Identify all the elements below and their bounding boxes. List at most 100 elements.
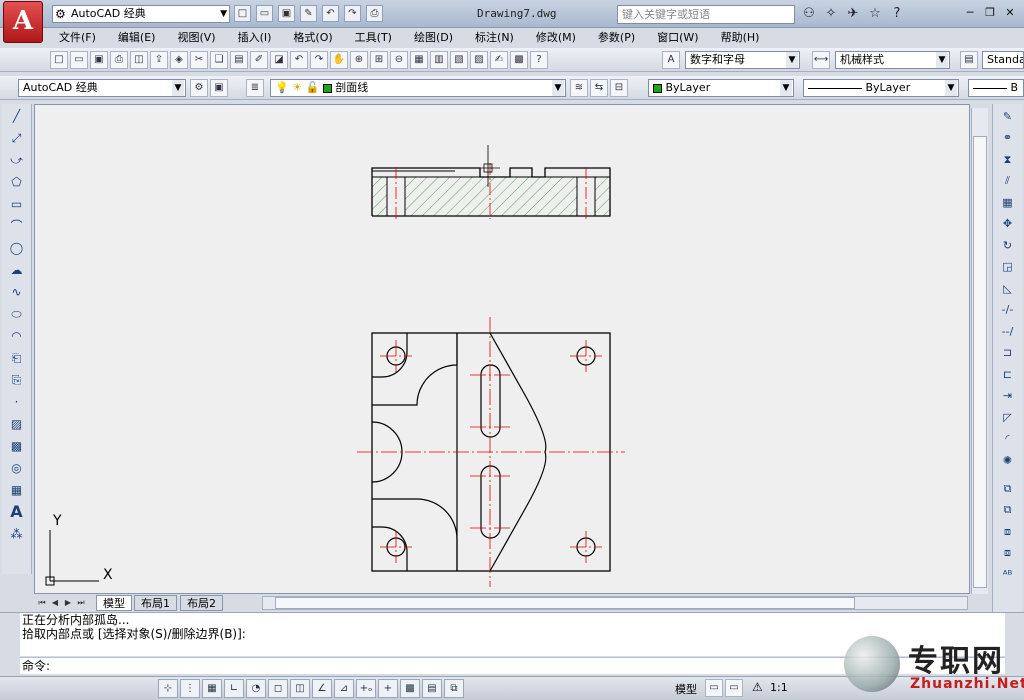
layer-state-icon[interactable]: ⊟ xyxy=(610,79,628,97)
copy-icon[interactable]: ❏ xyxy=(210,51,228,69)
redo-icon[interactable]: ↷ xyxy=(310,51,328,69)
close-icon[interactable]: ✕ xyxy=(1002,6,1018,21)
preview-icon[interactable]: ◫ xyxy=(130,51,148,69)
mirror-icon[interactable]: ⧗ xyxy=(997,150,1019,169)
save-as-icon[interactable]: ✎ xyxy=(300,5,317,22)
point-icon[interactable]: · xyxy=(6,392,28,412)
calculator-icon[interactable]: ▩ xyxy=(510,51,528,69)
add-selected-icon[interactable]: ⁂ xyxy=(6,524,28,544)
workspace-save-icon[interactable]: ▣ xyxy=(210,79,228,97)
menu-item-1[interactable]: 编辑(E) xyxy=(107,28,167,47)
menu-item-9[interactable]: 参数(P) xyxy=(587,28,646,47)
new-icon[interactable]: □ xyxy=(50,51,68,69)
infer-constraints-icon[interactable]: ⊹ xyxy=(158,679,178,698)
workspace-settings-icon[interactable]: ⚙ xyxy=(190,79,208,97)
design-center-icon[interactable]: ▥ xyxy=(430,51,448,69)
markup-icon[interactable]: ✍ xyxy=(490,51,508,69)
drawing-canvas[interactable]: Y X xyxy=(34,104,970,594)
draw-order-back-icon[interactable]: ⧉ xyxy=(997,500,1019,519)
first-tab-icon[interactable]: ⏮ xyxy=(36,596,48,609)
annotation-scale-icon[interactable]: ⚠ xyxy=(752,680,763,694)
linetype-select[interactable]: ByLayer ▼ xyxy=(803,79,959,97)
next-tab-icon[interactable]: ▶ xyxy=(62,596,74,609)
menu-item-10[interactable]: 窗口(W) xyxy=(646,28,709,47)
break-at-point-icon[interactable]: ⊐ xyxy=(997,343,1019,362)
zoom-previous-icon[interactable]: ⊖ xyxy=(390,51,408,69)
help-icon[interactable]: ? xyxy=(530,51,548,69)
spline-icon[interactable]: ∿ xyxy=(6,282,28,302)
tool-palettes-icon[interactable]: ▧ xyxy=(450,51,468,69)
3d-osnap-icon[interactable]: ◫ xyxy=(290,679,310,698)
search-input[interactable]: 键入关键字或短语 xyxy=(617,5,795,24)
tab-layout1[interactable]: 布局1 xyxy=(134,595,177,611)
construction-line-icon[interactable]: ⤢ xyxy=(6,128,28,148)
gradient-icon[interactable]: ▩ xyxy=(6,436,28,456)
3d-dwf-icon[interactable]: ◈ xyxy=(170,51,188,69)
region-icon[interactable]: ◎ xyxy=(6,458,28,478)
section-view[interactable] xyxy=(371,145,611,219)
selection-cycling-icon[interactable]: ⧉ xyxy=(444,679,464,698)
menu-item-2[interactable]: 视图(V) xyxy=(166,28,226,47)
scale-icon[interactable]: ◲ xyxy=(997,257,1019,276)
rectangle-icon[interactable]: ▭ xyxy=(6,194,28,214)
paste-icon[interactable]: ▤ xyxy=(230,51,248,69)
cut-icon[interactable]: ✂ xyxy=(190,51,208,69)
last-tab-icon[interactable]: ⏭ xyxy=(75,596,87,609)
menu-item-5[interactable]: 工具(T) xyxy=(344,28,403,47)
tab-layout2[interactable]: 布局2 xyxy=(180,595,223,611)
workspace-dropdown[interactable]: ⚙ AutoCAD 经典 ▼ xyxy=(52,5,230,23)
vertical-scroll-thumb[interactable] xyxy=(973,136,987,588)
quick-view-layouts-icon[interactable]: ▭ xyxy=(705,679,723,697)
communication-icon[interactable]: ✈ xyxy=(844,5,862,23)
osnap-icon[interactable]: ◻ xyxy=(268,679,288,698)
vertical-scrollbar[interactable] xyxy=(971,108,988,594)
block-editor-icon[interactable]: ◪ xyxy=(270,51,288,69)
annotation-scale[interactable]: 1:1 xyxy=(770,681,788,694)
draw-order-front-icon[interactable]: ⧉ xyxy=(997,479,1019,498)
layer-select[interactable]: 💡 ☀ 🔓 剖面线 ▼ xyxy=(270,79,566,97)
stretch-icon[interactable]: ◺ xyxy=(997,279,1019,298)
extend-icon[interactable]: --/ xyxy=(997,322,1019,341)
ducs-icon[interactable]: ⊿ xyxy=(334,679,354,698)
insert-block-icon[interactable]: ⎗ xyxy=(6,348,28,368)
break-icon[interactable]: ⊏ xyxy=(997,365,1019,384)
layer-manager-icon[interactable]: ≣ xyxy=(246,79,264,97)
menu-item-7[interactable]: 标注(N) xyxy=(464,28,525,47)
polyline-icon[interactable]: ⤻ xyxy=(6,150,28,170)
table-style-icon[interactable]: ▤ xyxy=(960,51,978,69)
zoom-window-icon[interactable]: ⊞ xyxy=(370,51,388,69)
make-block-icon[interactable]: ⎘ xyxy=(6,370,28,390)
publish-icon[interactable]: ⇪ xyxy=(150,51,168,69)
send-under-icon[interactable]: ⧈ xyxy=(997,543,1019,562)
print-icon[interactable]: ⎙ xyxy=(110,51,128,69)
table-icon[interactable]: ▦ xyxy=(6,480,28,500)
pan-icon[interactable]: ✋ xyxy=(330,51,348,69)
model-space-label[interactable]: 模型 xyxy=(675,681,697,697)
join-icon[interactable]: ⇥ xyxy=(997,386,1019,405)
erase-icon[interactable]: ✎ xyxy=(997,107,1019,126)
sheet-set-icon[interactable]: ▨ xyxy=(470,51,488,69)
fillet-icon[interactable]: ◜ xyxy=(997,429,1019,448)
chamfer-icon[interactable]: ◸ xyxy=(997,408,1019,427)
quick-view-drawings-icon[interactable]: ▭ xyxy=(725,679,743,697)
snap-icon[interactable]: ⋮ xyxy=(180,679,200,698)
minimize-icon[interactable]: ─ xyxy=(962,6,978,21)
menu-item-6[interactable]: 绘图(D) xyxy=(403,28,464,47)
polygon-icon[interactable]: ⬠ xyxy=(6,172,28,192)
copy-object-icon[interactable]: ⚭ xyxy=(997,128,1019,147)
grid-icon[interactable]: ▦ xyxy=(202,679,222,698)
menu-item-0[interactable]: 文件(F) xyxy=(48,28,107,47)
menu-item-4[interactable]: 格式(O) xyxy=(282,28,343,47)
menu-item-8[interactable]: 修改(M) xyxy=(525,28,587,47)
lineweight-icon[interactable]: + xyxy=(378,679,398,698)
undo-icon[interactable]: ↶ xyxy=(322,5,339,22)
command-input[interactable]: 命令: xyxy=(20,657,1005,674)
favorites-star-icon[interactable]: ☆ xyxy=(866,5,884,23)
wrench-icon[interactable]: ✧ xyxy=(822,5,840,23)
ellipse-icon[interactable]: ⬭ xyxy=(6,304,28,324)
prev-tab-icon[interactable]: ◀ xyxy=(49,596,61,609)
tab-model[interactable]: 模型 xyxy=(96,595,132,611)
text-style-icon[interactable]: A xyxy=(662,51,680,69)
properties-icon[interactable]: ▦ xyxy=(410,51,428,69)
print-icon[interactable]: ⎙ xyxy=(366,5,383,22)
